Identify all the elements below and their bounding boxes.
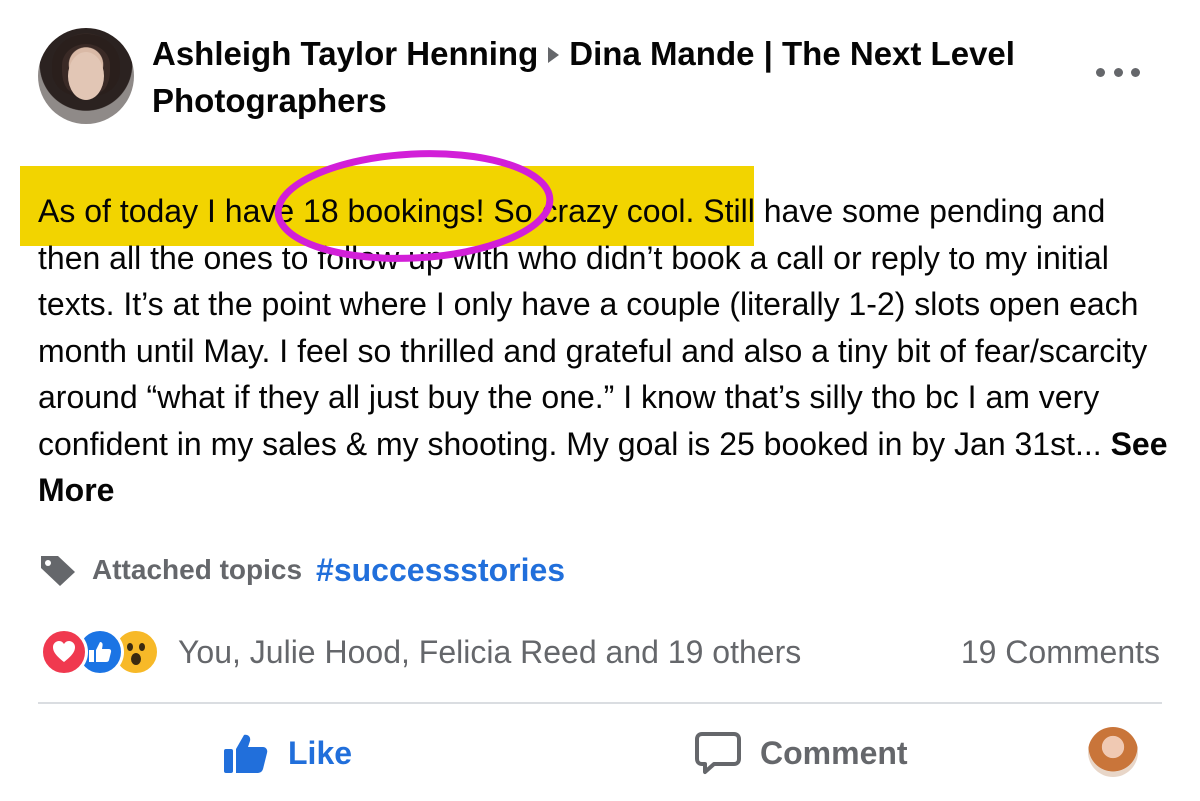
author-avatar[interactable] (38, 28, 134, 124)
arrow-right-icon (548, 47, 560, 64)
reaction-names[interactable]: You, Julie Hood, Felicia Reed and 19 oth… (178, 634, 801, 671)
tag-icon (41, 556, 75, 586)
thumbs-up-icon (224, 734, 268, 773)
topic-link[interactable]: #successstories (316, 552, 565, 589)
post-body: As of today I have 18 bookings! So crazy… (38, 188, 1168, 514)
comment-button[interactable]: Comment (694, 725, 908, 781)
reactions-summary[interactable]: You, Julie Hood, Felicia Reed and 19 oth… (40, 628, 801, 676)
avatar-face (68, 52, 104, 100)
author-name[interactable]: Ashleigh Taylor Henning (152, 35, 538, 72)
like-label: Like (288, 734, 353, 771)
viewer-avatar[interactable] (1088, 727, 1138, 777)
comments-count[interactable]: 19 Comments (961, 628, 1160, 676)
comment-label: Comment (760, 734, 908, 771)
like-button[interactable]: Like (222, 725, 352, 781)
attached-topics: Attached topics #successstories (38, 550, 565, 590)
post-header: Ashleigh Taylor Henning Dina Mande | The … (152, 30, 1072, 124)
comment-bubble-icon (695, 732, 741, 774)
love-icon (40, 628, 88, 676)
more-options-icon[interactable] (1096, 66, 1140, 78)
topics-label: Attached topics (92, 554, 303, 585)
post-body-highlighted: As of today I have 18 bookings! So crazy… (38, 193, 695, 229)
post-card: Ashleigh Taylor Henning Dina Mande | The … (0, 0, 1200, 801)
post-body-rest: Still have some pending and then all the… (38, 193, 1148, 462)
divider (38, 702, 1162, 704)
